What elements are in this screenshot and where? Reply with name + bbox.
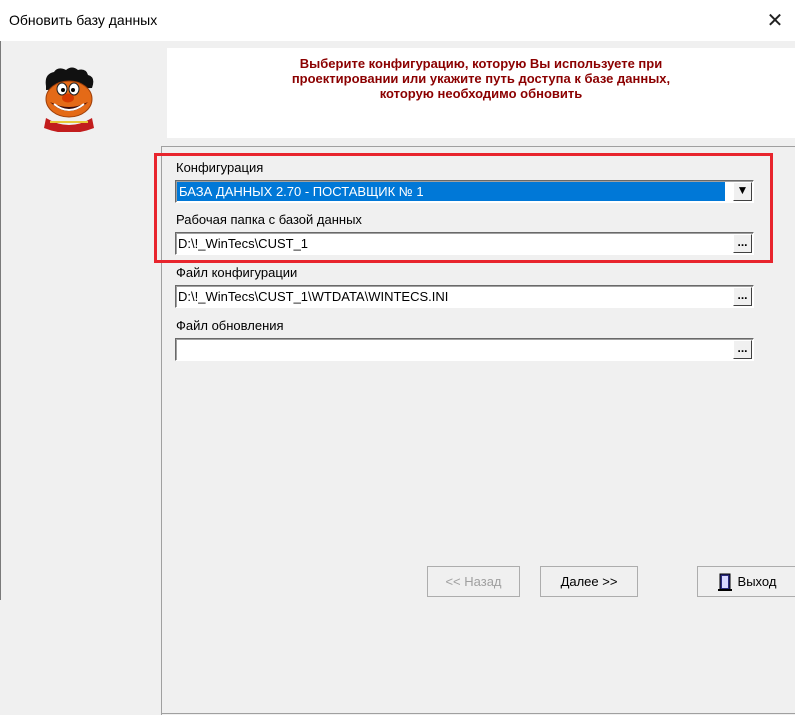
bottom-separator [161,713,795,714]
highlight-box [154,153,773,263]
title-bar: Обновить базу данных ✕ [0,0,795,41]
updatefile-browse-button[interactable]: ... [733,340,752,359]
instruction-line-3: которую необходимо обновить [379,86,583,101]
configfile-value: D:\!_WinTecs\CUST_1\WTDATA\WINTECS.INI [178,289,449,304]
mascot-face-icon [44,67,94,132]
instruction-text: Выберите конфигурацию, которую Вы исполь… [167,56,795,101]
configfile-label: Файл конфигурации [176,265,298,280]
updatefile-label: Файл обновления [176,318,284,333]
window-edge [0,41,1,600]
exit-label: Выход [737,574,777,589]
configfile-input[interactable]: D:\!_WinTecs\CUST_1\WTDATA\WINTECS.INI .… [175,285,754,308]
close-icon[interactable]: ✕ [755,0,795,41]
configfile-browse-button[interactable]: ... [733,287,752,306]
exit-door-icon [717,573,732,591]
instruction-line-2: проектировании или укажите путь доступа … [291,71,671,86]
next-button[interactable]: Далее >> [540,566,638,597]
exit-button[interactable]: Выход [697,566,795,597]
window-title: Обновить базу данных [9,12,158,28]
updatefile-input[interactable]: ... [175,338,754,361]
back-button[interactable]: << Назад [427,566,520,597]
instruction-line-1: Выберите конфигурацию, которую Вы исполь… [299,56,663,71]
instruction-banner: Выберите конфигурацию, которую Вы исполь… [167,48,795,138]
